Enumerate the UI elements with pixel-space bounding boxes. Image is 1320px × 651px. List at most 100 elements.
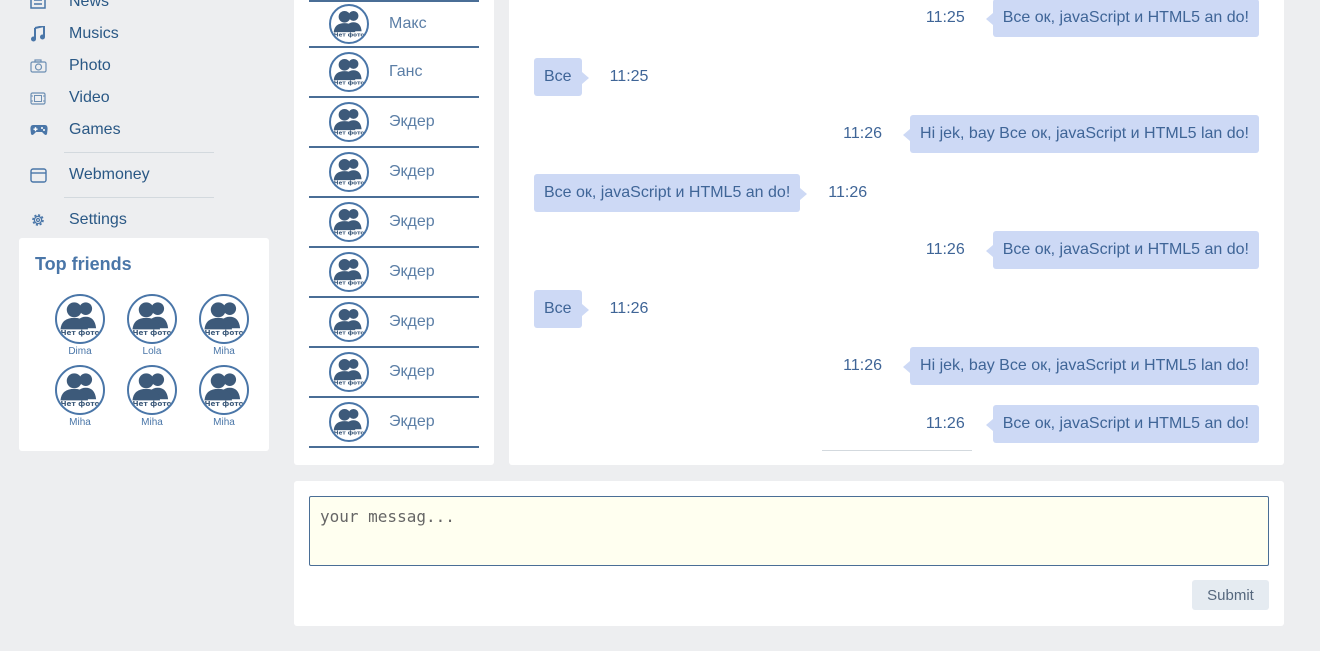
top-friends-grid: Нет фото Dima Нет фото Lola Нет фото Mih…: [44, 294, 260, 428]
avatar: Нет фото: [199, 365, 249, 415]
nav-item-label: Video: [69, 89, 110, 106]
nav-item-musics[interactable]: Musics: [30, 18, 230, 50]
svg-text:Нет фото: Нет фото: [334, 80, 365, 87]
contact-name: Экдер: [389, 363, 435, 380]
friend-name: Miha: [69, 417, 91, 428]
contact-name: Экдер: [389, 113, 435, 130]
gamepad-icon: [30, 120, 56, 140]
svg-text:Нет фото: Нет фото: [334, 280, 365, 287]
contact-item[interactable]: Нет фото Экдер: [309, 398, 479, 448]
friend-name: Dima: [68, 346, 92, 357]
avatar: Нет фото: [329, 202, 369, 242]
left-nav: News Musics Photo Video Games Webmoney S…: [30, 0, 230, 236]
svg-text:Нет фото: Нет фото: [334, 180, 365, 187]
avatar: Нет фото: [55, 294, 105, 344]
gear-icon: [30, 210, 56, 230]
avatar: Нет фото: [329, 352, 369, 392]
message-outgoing: 11:26 Hi jek, bay Все ок, javaScript и HT…: [843, 347, 1259, 385]
friend-name: Miha: [213, 417, 235, 428]
friend-name: Lola: [142, 346, 162, 357]
compose-panel: Submit: [294, 481, 1284, 626]
top-friend[interactable]: Нет фото Miha: [44, 365, 116, 428]
message-time: 11:26: [609, 300, 649, 317]
message-outgoing: 11:25 Все ок, javaScript и HTML5 an do!: [926, 0, 1259, 37]
message-time: 11:26: [843, 357, 883, 374]
nav-item-games[interactable]: Games: [30, 114, 230, 146]
message-incoming: Все 11:26: [534, 290, 648, 328]
friend-name: Miha: [141, 417, 163, 428]
friend-name: Miha: [213, 346, 235, 357]
top-friend[interactable]: Нет фото Miha: [188, 365, 260, 428]
svg-text:Нет фото: Нет фото: [205, 399, 244, 408]
contact-name: Экдер: [389, 413, 435, 430]
contact-item[interactable]: Нет фото Экдер: [309, 148, 479, 198]
avatar: Нет фото: [127, 365, 177, 415]
message-bubble: Все: [534, 58, 589, 96]
contact-name: Экдер: [389, 213, 435, 230]
message-time: 11:26: [925, 415, 965, 432]
message-panel: 11:25 Все ок, javaScript и HTML5 an do! Вс…: [509, 0, 1284, 465]
nav-item-webmoney[interactable]: Webmoney: [30, 159, 230, 191]
avatar: Нет фото: [199, 294, 249, 344]
nav-item-label: Musics: [69, 25, 119, 42]
contact-item[interactable]: Нет фото Экдер: [309, 198, 479, 248]
avatar: Нет фото: [55, 365, 105, 415]
contact-item[interactable]: Нет фото Экдер: [309, 348, 479, 398]
avatar: Нет фото: [127, 294, 177, 344]
top-friend[interactable]: Нет фото Miha: [116, 365, 188, 428]
contact-list: Нет фото Макс Нет фото Ганс Нет фото Экд…: [309, 0, 479, 448]
message-bubble: Hi jek, bay Все ок, javaScript и HTML5 l…: [903, 115, 1259, 153]
nav-item-settings[interactable]: Settings: [30, 204, 230, 236]
svg-text:Нет фото: Нет фото: [133, 399, 172, 408]
svg-text:Нет фото: Нет фото: [334, 330, 365, 337]
nav-item-label: Games: [69, 121, 121, 138]
svg-text:Нет фото: Нет фото: [334, 32, 365, 39]
contact-item[interactable]: Нет фото Ганс: [309, 48, 479, 98]
avatar: Нет фото: [329, 402, 369, 442]
svg-text:Нет фото: Нет фото: [205, 328, 244, 337]
message-bubble: Все ок, javaScript и HTML5 an do!: [985, 231, 1259, 269]
message-bubble: Все ок, javaScript и HTML5 an do!: [534, 174, 808, 212]
svg-text:Нет фото: Нет фото: [61, 399, 100, 408]
message-outgoing: 11:26 Все ок, javaScript и HTML5 an do!: [926, 405, 1259, 443]
avatar: Нет фото: [329, 302, 369, 342]
video-icon: [30, 88, 56, 108]
message-bubble: Все ок, javaScript и HTML5 an do!: [985, 0, 1259, 37]
top-friends-title: Top friends: [35, 254, 132, 274]
nav-item-label: News: [69, 0, 110, 10]
nav-divider: [64, 197, 214, 198]
chat-divider: [822, 450, 972, 451]
contact-item[interactable]: Нет фото Экдер: [309, 298, 479, 348]
nav-divider: [64, 152, 214, 153]
wallet-icon: [30, 165, 56, 185]
nav-item-video[interactable]: Video: [30, 82, 230, 114]
top-friends-panel: Top friends Нет фото Dima Нет фото Lola …: [19, 238, 269, 451]
top-friend[interactable]: Нет фото Lola: [116, 294, 188, 357]
contact-name: Экдер: [389, 163, 435, 180]
contacts-panel: Нет фото Макс Нет фото Ганс Нет фото Экд…: [294, 0, 494, 465]
submit-button[interactable]: Submit: [1192, 580, 1269, 610]
nav-item-label: Settings: [69, 211, 127, 228]
message-time: 11:25: [609, 68, 649, 85]
music-icon: [30, 24, 56, 44]
nav-item-label: Photo: [69, 57, 111, 74]
contact-item[interactable]: Нет фото Экдер: [309, 98, 479, 148]
message-time: 11:26: [828, 184, 868, 201]
news-icon: [30, 0, 56, 12]
message-bubble: Hi jek, bay Все ок, javaScript и HTML5 l…: [903, 347, 1259, 385]
nav-item-photo[interactable]: Photo: [30, 50, 230, 82]
contact-name: Ганс: [389, 63, 423, 80]
avatar: Нет фото: [329, 252, 369, 292]
avatar: Нет фото: [329, 152, 369, 192]
message-input[interactable]: [309, 496, 1269, 566]
top-friend[interactable]: Нет фото Miha: [188, 294, 260, 357]
contact-item[interactable]: Нет фото Экдер: [309, 248, 479, 298]
message-time: 11:25: [925, 9, 965, 26]
nav-item-news[interactable]: News: [30, 0, 230, 18]
top-friend[interactable]: Нет фото Dima: [44, 294, 116, 357]
camera-icon: [30, 56, 56, 76]
svg-text:Нет фото: Нет фото: [61, 328, 100, 337]
message-incoming: Все 11:25: [534, 58, 648, 96]
contact-item[interactable]: Нет фото Макс: [309, 0, 479, 48]
avatar: Нет фото: [329, 102, 369, 142]
